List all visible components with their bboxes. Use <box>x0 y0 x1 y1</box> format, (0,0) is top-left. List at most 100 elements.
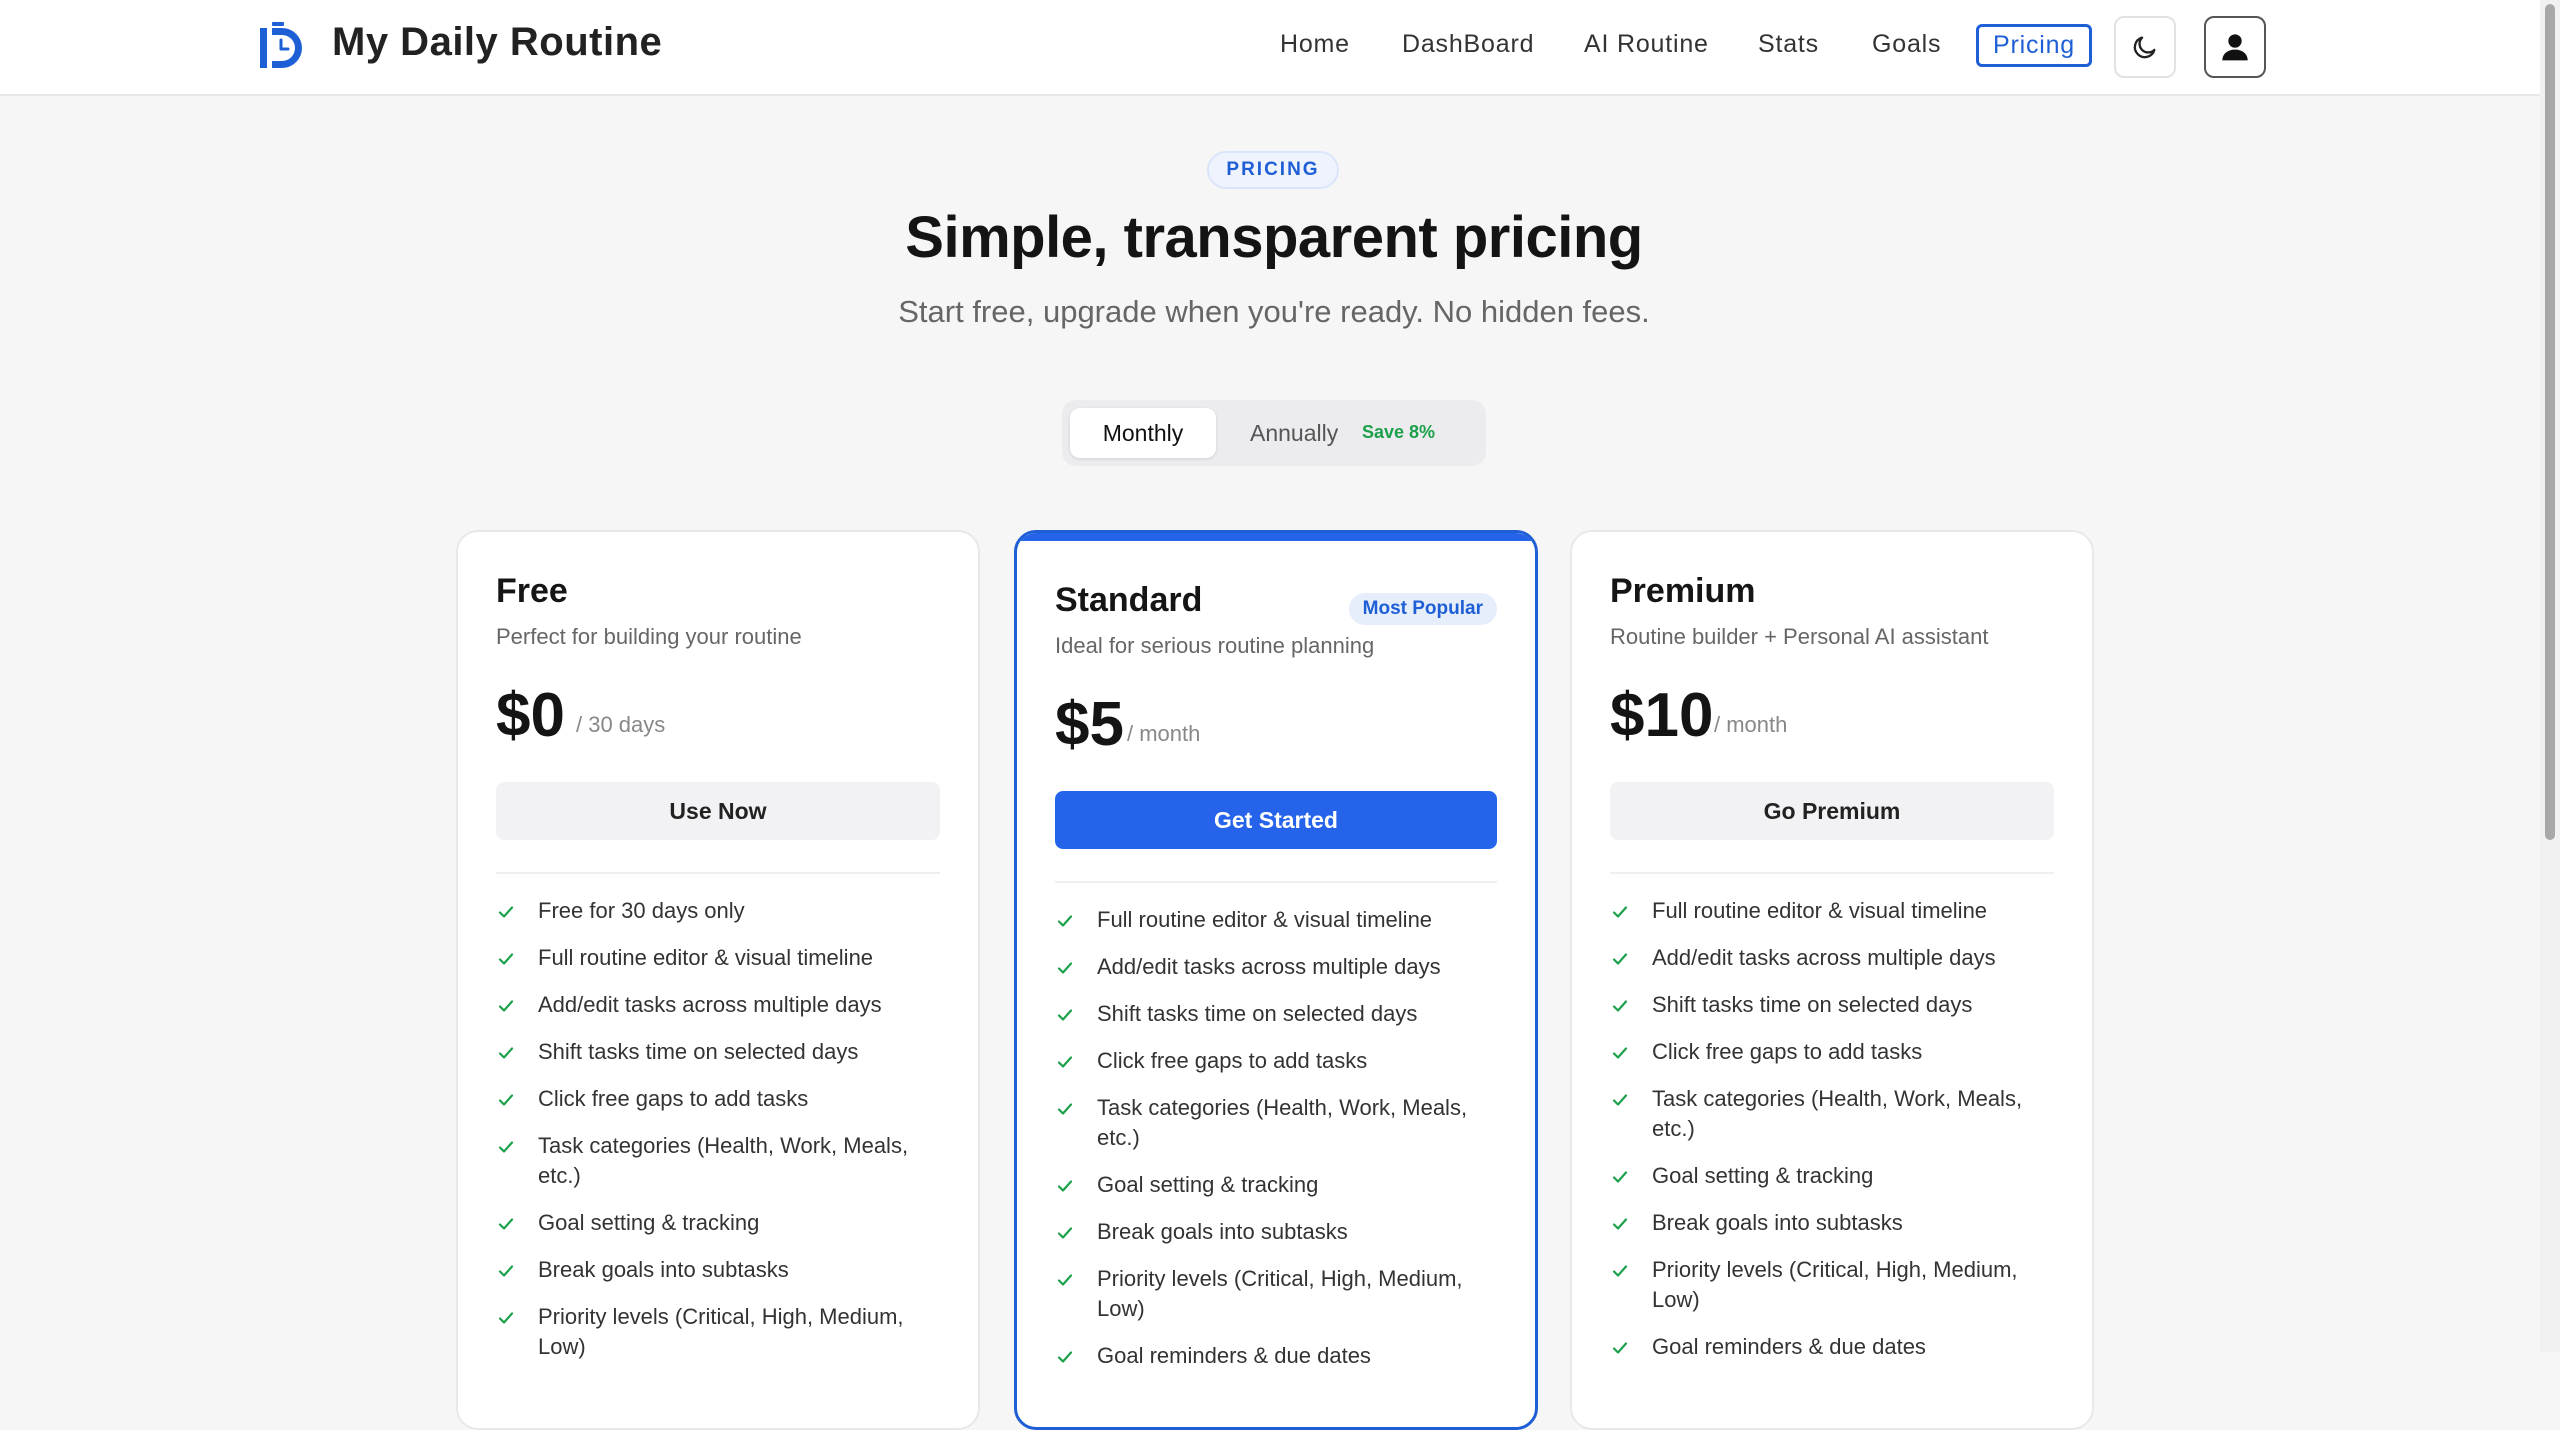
check-icon <box>498 1000 514 1012</box>
feature-item: Click free gaps to add tasks <box>496 1084 940 1114</box>
app-logo-icon[interactable] <box>258 22 306 72</box>
check-icon <box>498 906 514 918</box>
plan-card-free: Free Perfect for building your routine $… <box>456 530 980 1430</box>
check-icon <box>1612 1218 1628 1230</box>
check-icon <box>1057 1274 1073 1286</box>
feature-item: Goal setting & tracking <box>1610 1161 2054 1191</box>
check-icon <box>1057 1227 1073 1239</box>
feature-text: Priority levels (Critical, High, Medium,… <box>538 1304 904 1359</box>
feature-item: Task categories (Health, Work, Meals, et… <box>496 1131 940 1191</box>
plan-name: Standard <box>1055 581 1203 619</box>
feature-text: Click free gaps to add tasks <box>1097 1048 1368 1073</box>
divider <box>1610 872 2054 874</box>
get-started-button[interactable]: Get Started <box>1055 791 1497 849</box>
nav-pricing[interactable]: Pricing <box>1976 24 2093 67</box>
feature-item: Task categories (Health, Work, Meals, et… <box>1055 1093 1497 1153</box>
nav-ai-routine[interactable]: AI Routine <box>1584 30 1709 59</box>
scrollbar-thumb[interactable] <box>2545 4 2555 840</box>
plan-card-premium: Premium Routine builder + Personal AI as… <box>1570 530 2094 1430</box>
feature-text: Shift tasks time on selected days <box>538 1039 859 1064</box>
page-scrollbar[interactable] <box>2540 0 2560 1352</box>
feature-item: Break goals into subtasks <box>1055 1217 1497 1247</box>
go-premium-button[interactable]: Go Premium <box>1610 782 2054 840</box>
plan-price: $0 <box>496 681 565 750</box>
feature-item: Click free gaps to add tasks <box>1055 1046 1497 1076</box>
plan-description: Ideal for serious routine planning <box>1055 633 1375 658</box>
feature-item: Priority levels (Critical, High, Medium,… <box>496 1302 940 1362</box>
feature-item: Shift tasks time on selected days <box>1055 999 1497 1029</box>
check-icon <box>1057 1009 1073 1021</box>
nav-goals[interactable]: Goals <box>1872 30 1941 59</box>
feature-list: Free for 30 days only Full routine edito… <box>496 896 940 1379</box>
check-icon <box>1057 1103 1073 1115</box>
plan-description: Perfect for building your routine <box>496 624 802 649</box>
plan-period: / month <box>1714 712 1788 737</box>
feature-item: Goal reminders & due dates <box>1610 1332 2054 1362</box>
feature-item: Add/edit tasks across multiple days <box>496 990 940 1020</box>
feature-item: Click free gaps to add tasks <box>1610 1037 2054 1067</box>
top-navbar: My Daily Routine Home DashBoard AI Routi… <box>0 0 2560 96</box>
feature-item: Full routine editor & visual timeline <box>496 943 940 973</box>
check-icon <box>498 1094 514 1106</box>
feature-text: Goal reminders & due dates <box>1652 1334 1926 1359</box>
feature-item: Full routine editor & visual timeline <box>1055 905 1497 935</box>
feature-item: Shift tasks time on selected days <box>496 1037 940 1067</box>
feature-text: Break goals into subtasks <box>538 1257 789 1282</box>
feature-item: Break goals into subtasks <box>496 1255 940 1285</box>
check-icon <box>1057 1351 1073 1363</box>
feature-text: Click free gaps to add tasks <box>538 1086 809 1111</box>
app-title[interactable]: My Daily Routine <box>332 20 662 65</box>
feature-text: Add/edit tasks across multiple days <box>538 992 882 1017</box>
feature-text: Goal setting & tracking <box>1652 1163 1874 1188</box>
plan-card-standard: Standard Most Popular Ideal for serious … <box>1014 530 1538 1430</box>
nav-stats[interactable]: Stats <box>1758 30 1819 59</box>
plan-period: / month <box>1127 721 1201 746</box>
check-icon <box>1057 962 1073 974</box>
feature-text: Add/edit tasks across multiple days <box>1097 954 1441 979</box>
nav-dashboard[interactable]: DashBoard <box>1402 30 1534 59</box>
check-icon <box>1612 1171 1628 1183</box>
feature-text: Add/edit tasks across multiple days <box>1652 945 1996 970</box>
check-icon <box>1612 1265 1628 1277</box>
plan-price: $5 <box>1055 690 1124 759</box>
feature-text: Break goals into subtasks <box>1652 1210 1903 1235</box>
monthly-option[interactable]: Monthly <box>1070 408 1216 458</box>
feature-item: Free for 30 days only <box>496 896 940 926</box>
check-icon <box>1612 953 1628 965</box>
feature-item: Priority levels (Critical, High, Medium,… <box>1610 1255 2054 1315</box>
plan-period: / 30 days <box>576 712 666 737</box>
plan-price: $10 <box>1610 681 1714 750</box>
feature-text: Priority levels (Critical, High, Medium,… <box>1097 1266 1463 1321</box>
user-profile-button[interactable] <box>2204 16 2266 78</box>
check-icon <box>1612 1047 1628 1059</box>
annually-option[interactable]: Annually <box>1250 420 1338 447</box>
check-icon <box>498 1047 514 1059</box>
use-now-button[interactable]: Use Now <box>496 782 940 840</box>
check-icon <box>1057 1180 1073 1192</box>
theme-toggle-button[interactable] <box>2114 16 2176 78</box>
divider <box>1055 881 1497 883</box>
check-icon <box>498 1312 514 1324</box>
feature-text: Goal setting & tracking <box>538 1210 760 1235</box>
feature-text: Task categories (Health, Work, Meals, et… <box>1652 1086 2023 1141</box>
check-icon <box>498 1218 514 1230</box>
check-icon <box>498 1265 514 1277</box>
check-icon <box>498 953 514 965</box>
feature-text: Shift tasks time on selected days <box>1652 992 1973 1017</box>
feature-text: Priority levels (Critical, High, Medium,… <box>1652 1257 2018 1312</box>
page-subtitle: Start free, upgrade when you're ready. N… <box>898 294 1650 329</box>
check-icon <box>498 1141 514 1153</box>
feature-text: Task categories (Health, Work, Meals, et… <box>538 1133 909 1188</box>
feature-item: Goal setting & tracking <box>496 1208 940 1238</box>
feature-text: Full routine editor & visual timeline <box>1097 907 1433 932</box>
feature-text: Full routine editor & visual timeline <box>1652 898 1988 923</box>
feature-text: Goal reminders & due dates <box>1097 1343 1371 1368</box>
check-icon <box>1057 1056 1073 1068</box>
check-icon <box>1612 906 1628 918</box>
nav-home[interactable]: Home <box>1280 30 1350 59</box>
check-icon <box>1612 1342 1628 1354</box>
feature-item: Priority levels (Critical, High, Medium,… <box>1055 1264 1497 1324</box>
feature-item: Goal setting & tracking <box>1055 1170 1497 1200</box>
check-icon <box>1612 1094 1628 1106</box>
feature-item: Task categories (Health, Work, Meals, et… <box>1610 1084 2054 1144</box>
